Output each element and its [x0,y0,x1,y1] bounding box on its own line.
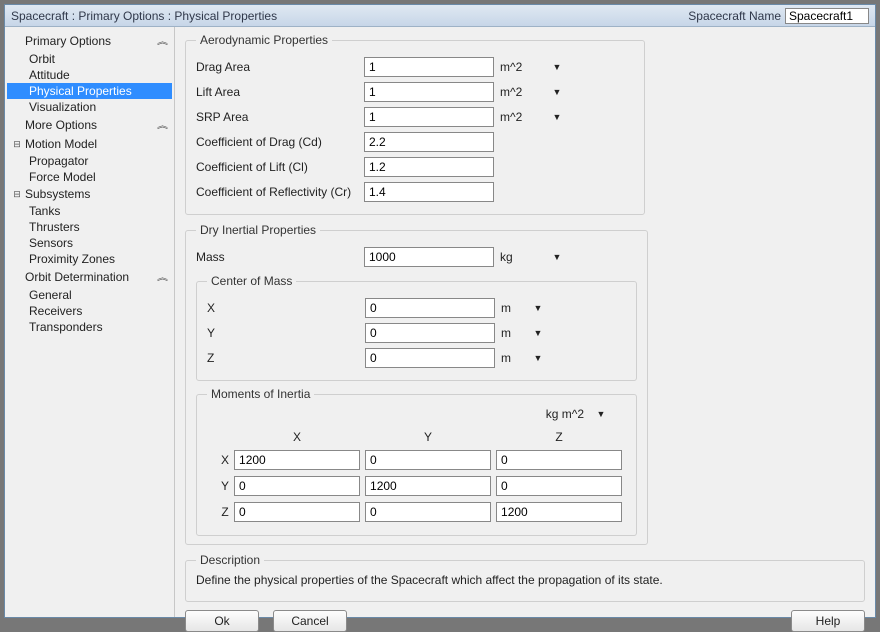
moi-row-y: Y [220,475,230,497]
com-z-unit: m [501,351,525,365]
com-y-unit-dropdown[interactable]: ▼ [531,326,545,340]
com-x-input[interactable] [365,298,495,318]
moi-xx-input[interactable] [234,450,360,470]
chevron-up-icon: ︽ [157,35,168,46]
window-title: Spacecraft : Primary Options : Physical … [11,9,688,23]
cl-label: Coefficient of Lift (Cl) [196,160,364,174]
moi-legend: Moments of Inertia [207,387,314,401]
srp-area-unit: m^2 [500,110,544,124]
cl-input[interactable] [364,157,494,177]
titlebar: Spacecraft : Primary Options : Physical … [5,5,875,27]
lift-area-input[interactable] [364,82,494,102]
moi-col-x: X [233,429,361,445]
srp-area-unit-dropdown[interactable]: ▼ [550,110,564,124]
moi-zz-input[interactable] [496,502,622,522]
com-y-unit: m [501,326,525,340]
cancel-button[interactable]: Cancel [273,610,347,632]
sidebar-item-visualization[interactable]: Visualization [7,99,172,115]
mass-unit: kg [500,250,544,264]
description-legend: Description [196,553,264,567]
spacecraft-name-input[interactable] [785,8,869,24]
cd-label: Coefficient of Drag (Cd) [196,135,364,149]
lift-area-label: Lift Area [196,85,364,99]
moi-xy-input[interactable] [365,450,491,470]
com-legend: Center of Mass [207,274,296,288]
com-z-input[interactable] [365,348,495,368]
drag-area-input[interactable] [364,57,494,77]
cr-label: Coefficient of Reflectivity (Cr) [196,185,364,199]
dialog-body: Primary Options ︽ Orbit Attitude Physica… [5,27,875,617]
sidebar-item-force-model[interactable]: Force Model [7,169,172,185]
com-x-unit: m [501,301,525,315]
drag-area-unit-dropdown[interactable]: ▼ [550,60,564,74]
dry-legend: Dry Inertial Properties [196,223,320,237]
moi-yy-input[interactable] [365,476,491,496]
collapse-icon[interactable]: ⊟ [11,189,23,200]
chevron-up-icon: ︽ [157,271,168,282]
sidebar-header-primary-options[interactable]: Primary Options ︽ [7,31,172,51]
collapse-icon[interactable]: ⊟ [11,139,23,150]
srp-area-label: SRP Area [196,110,364,124]
sidebar-header-motion-model[interactable]: ⊟ Motion Model [7,135,172,153]
sidebar-item-sensors[interactable]: Sensors [7,235,172,251]
lift-area-unit: m^2 [500,85,544,99]
moi-row-x: X [220,449,230,471]
com-z-unit-dropdown[interactable]: ▼ [531,351,545,365]
moi-row-z: Z [220,501,230,523]
spacecraft-name-label: Spacecraft Name [688,9,781,23]
dry-inertial-properties-group: Dry Inertial Properties Mass kg ▼ Center… [185,223,648,545]
com-y-input[interactable] [365,323,495,343]
moi-col-z: Z [495,429,623,445]
lift-area-unit-dropdown[interactable]: ▼ [550,85,564,99]
sidebar-header-orbit-determination[interactable]: Orbit Determination ︽ [7,267,172,287]
moi-col-y: Y [364,429,492,445]
moments-of-inertia-group: Moments of Inertia kg m^2 ▼ X Y Z [196,387,637,536]
moi-unit-dropdown[interactable]: ▼ [594,407,608,421]
dialog-button-row: Ok Cancel Help [185,610,865,632]
sidebar-item-propagator[interactable]: Propagator [7,153,172,169]
sidebar-item-receivers[interactable]: Receivers [7,303,172,319]
sidebar-item-tanks[interactable]: Tanks [7,203,172,219]
aero-legend: Aerodynamic Properties [196,33,332,47]
sidebar-item-proximity-zones[interactable]: Proximity Zones [7,251,172,267]
help-button[interactable]: Help [791,610,865,632]
drag-area-unit: m^2 [500,60,544,74]
description-group: Description Define the physical properti… [185,553,865,602]
moi-xz-input[interactable] [496,450,622,470]
mass-input[interactable] [364,247,494,267]
sidebar-item-attitude[interactable]: Attitude [7,67,172,83]
sidebar-header-subsystems[interactable]: ⊟ Subsystems [7,185,172,203]
sidebar-item-general[interactable]: General [7,287,172,303]
sidebar-item-transponders[interactable]: Transponders [7,319,172,335]
com-x-unit-dropdown[interactable]: ▼ [531,301,545,315]
mass-label: Mass [196,250,364,264]
main-panel: Aerodynamic Properties Drag Area m^2 ▼ L… [175,27,875,617]
moi-table: X Y Z X Y [217,425,626,527]
com-y-label: Y [207,326,365,340]
moi-yx-input[interactable] [234,476,360,496]
moi-yz-input[interactable] [496,476,622,496]
sidebar-header-more-options[interactable]: More Options ︽ [7,115,172,135]
dialog-window: Spacecraft : Primary Options : Physical … [4,4,876,618]
srp-area-input[interactable] [364,107,494,127]
sidebar-item-physical-properties[interactable]: Physical Properties [7,83,172,99]
cr-input[interactable] [364,182,494,202]
com-x-label: X [207,301,365,315]
sidebar: Primary Options ︽ Orbit Attitude Physica… [5,27,175,617]
description-text: Define the physical properties of the Sp… [196,573,854,587]
chevron-up-icon: ︽ [157,119,168,130]
mass-unit-dropdown[interactable]: ▼ [550,250,564,264]
drag-area-label: Drag Area [196,60,364,74]
center-of-mass-group: Center of Mass X m ▼ Y m ▼ Z [196,274,637,381]
sidebar-item-thrusters[interactable]: Thrusters [7,219,172,235]
cd-input[interactable] [364,132,494,152]
moi-zy-input[interactable] [365,502,491,522]
ok-button[interactable]: Ok [185,610,259,632]
moi-unit: kg m^2 [546,407,584,421]
com-z-label: Z [207,351,365,365]
sidebar-item-orbit[interactable]: Orbit [7,51,172,67]
moi-zx-input[interactable] [234,502,360,522]
aerodynamic-properties-group: Aerodynamic Properties Drag Area m^2 ▼ L… [185,33,645,215]
